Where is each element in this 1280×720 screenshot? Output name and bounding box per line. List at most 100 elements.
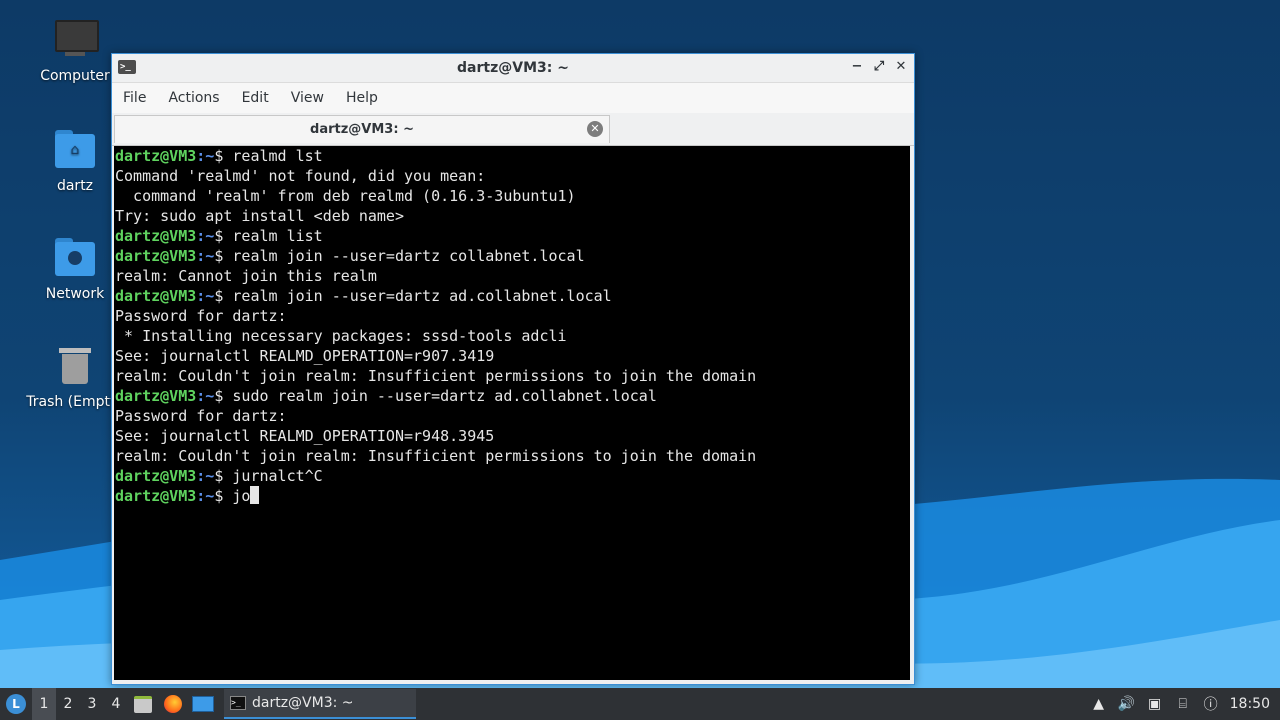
- show-desktop-launcher[interactable]: [188, 688, 218, 720]
- terminal-output-line: realm: Couldn't join realm: Insufficient…: [115, 366, 910, 386]
- terminal-command-line: dartz@VM3:~$ realm list: [115, 226, 910, 246]
- line-text: sudo realm join --user=dartz ad.collabne…: [232, 387, 657, 405]
- menu-help[interactable]: Help: [335, 90, 389, 106]
- prompt-user: dartz@VM3: [115, 227, 197, 245]
- maximize-button[interactable]: ⤢: [872, 58, 886, 76]
- line-text: realm: Cannot join this realm: [115, 267, 377, 285]
- terminal-output-line: Command 'realmd' not found, did you mean…: [115, 166, 910, 186]
- task-label: dartz@VM3: ~: [252, 695, 354, 711]
- tab-terminal[interactable]: dartz@VM3: ~ ✕: [114, 115, 610, 143]
- workspace-2[interactable]: 2: [56, 688, 80, 720]
- tab-bar: dartz@VM3: ~ ✕: [112, 113, 914, 146]
- terminal-output-line: command 'realm' from deb realmd (0.16.3-…: [115, 186, 910, 206]
- line-text: See: journalctl REALMD_OPERATION=r907.34…: [115, 347, 495, 365]
- tab-label: dartz@VM3: ~: [310, 122, 414, 137]
- file-manager-launcher[interactable]: [128, 688, 158, 720]
- terminal-command-line: dartz@VM3:~$ jo: [115, 486, 910, 506]
- line-text: realm: Couldn't join realm: Insufficient…: [115, 367, 757, 385]
- line-text: Command 'realmd' not found, did you mean…: [115, 167, 486, 185]
- terminal-command-line: dartz@VM3:~$ realm join --user=dartz ad.…: [115, 286, 910, 306]
- clock[interactable]: 18:50: [1230, 696, 1270, 712]
- prompt-symbol: $: [214, 387, 233, 405]
- prompt-path: :~: [196, 387, 215, 405]
- menu-file[interactable]: File: [112, 90, 157, 106]
- prompt-symbol: $: [214, 487, 233, 505]
- terminal-output-line: Password for dartz:: [115, 306, 910, 326]
- menu-view[interactable]: View: [280, 90, 335, 106]
- terminal-app-icon: >_: [230, 696, 246, 710]
- menu-edit[interactable]: Edit: [231, 90, 280, 106]
- firefox-launcher[interactable]: [158, 688, 188, 720]
- trash-icon: [53, 344, 97, 388]
- network-icon[interactable]: ⌸: [1174, 695, 1192, 713]
- line-text: realm: Couldn't join realm: Insufficient…: [115, 447, 757, 465]
- monitor-icon: [53, 18, 99, 62]
- prompt-path: :~: [196, 147, 215, 165]
- terminal-output-line: realm: Cannot join this realm: [115, 266, 910, 286]
- workspace-4[interactable]: 4: [104, 688, 128, 720]
- prompt-path: :~: [196, 247, 215, 265]
- line-text: Password for dartz:: [115, 307, 287, 325]
- clipboard-icon[interactable]: ▣: [1146, 695, 1164, 713]
- workspace-3[interactable]: 3: [80, 688, 104, 720]
- window-titlebar[interactable]: >_ dartz@VM3: ~ − ⤢ ✕: [112, 54, 914, 82]
- start-menu-button[interactable]: L: [0, 688, 32, 720]
- terminal-output[interactable]: dartz@VM3:~$ realmd lst Command 'realmd' …: [114, 146, 910, 680]
- terminal-output-line: See: journalctl REALMD_OPERATION=r907.34…: [115, 346, 910, 366]
- system-tray: ▲ 🔊 ▣ ⌸ ⓘ 18:50: [1090, 688, 1280, 720]
- terminal-output-line: Try: sudo apt install <deb name>: [115, 206, 910, 226]
- network-folder-icon: [53, 236, 97, 280]
- terminal-output-line: See: journalctl REALMD_OPERATION=r948.39…: [115, 426, 910, 446]
- notification-icon[interactable]: ⓘ: [1202, 695, 1220, 713]
- workspace-1[interactable]: 1: [32, 688, 56, 720]
- text-cursor: [250, 486, 260, 504]
- line-text: realm list: [232, 227, 323, 245]
- prompt-user: dartz@VM3: [115, 467, 197, 485]
- terminal-output-line: * Installing necessary packages: sssd-to…: [115, 326, 910, 346]
- terminal-command-line: dartz@VM3:~$ jurnalct^C: [115, 466, 910, 486]
- prompt-symbol: $: [214, 227, 233, 245]
- prompt-path: :~: [196, 227, 215, 245]
- terminal-output-line: realm: Couldn't join realm: Insufficient…: [115, 446, 910, 466]
- prompt-user: dartz@VM3: [115, 387, 197, 405]
- line-text: realmd lst: [232, 147, 323, 165]
- taskbar: L 1 2 3 4 >_ dartz@VM3: ~ ▲ 🔊 ▣ ⌸ ⓘ 18:5…: [0, 688, 1280, 720]
- line-text: * Installing necessary packages: sssd-to…: [115, 327, 567, 345]
- line-text: See: journalctl REALMD_OPERATION=r948.39…: [115, 427, 495, 445]
- terminal-window[interactable]: >_ dartz@VM3: ~ − ⤢ ✕ File Actions Edit …: [111, 53, 915, 685]
- tab-close-icon[interactable]: ✕: [587, 121, 603, 137]
- home-folder-icon: ⌂: [53, 128, 97, 172]
- menu-actions[interactable]: Actions: [157, 90, 230, 106]
- prompt-symbol: $: [214, 247, 233, 265]
- line-text: Try: sudo apt install <deb name>: [115, 207, 404, 225]
- prompt-symbol: $: [214, 287, 233, 305]
- prompt-user: dartz@VM3: [115, 247, 197, 265]
- line-text: realm join --user=dartz ad.collabnet.loc…: [232, 287, 612, 305]
- terminal-app-icon: >_: [118, 60, 136, 74]
- prompt-path: :~: [196, 287, 215, 305]
- terminal-output-line: Password for dartz:: [115, 406, 910, 426]
- terminal-command-line: dartz@VM3:~$ realmd lst: [115, 146, 910, 166]
- line-text: Password for dartz:: [115, 407, 287, 425]
- volume-icon[interactable]: 🔊: [1118, 695, 1136, 713]
- close-button[interactable]: ✕: [894, 58, 908, 76]
- terminal-command-line: dartz@VM3:~$ realm join --user=dartz col…: [115, 246, 910, 266]
- show-desktop-icon: [192, 696, 214, 712]
- prompt-user: dartz@VM3: [115, 287, 197, 305]
- prompt-symbol: $: [214, 147, 233, 165]
- tray-expand-icon[interactable]: ▲: [1090, 695, 1108, 713]
- firefox-icon: [164, 695, 182, 713]
- prompt-path: :~: [196, 467, 215, 485]
- terminal-command-line: dartz@VM3:~$ sudo realm join --user=dart…: [115, 386, 910, 406]
- prompt-user: dartz@VM3: [115, 487, 197, 505]
- line-text: command 'realm' from deb realmd (0.16.3-…: [115, 187, 576, 205]
- file-manager-icon: [134, 695, 152, 713]
- lubuntu-logo-icon: L: [6, 694, 26, 714]
- minimize-button[interactable]: −: [850, 58, 864, 76]
- line-text: jurnalct^C: [232, 467, 323, 485]
- line-text: jo: [232, 487, 251, 505]
- line-text: realm join --user=dartz collabnet.local: [232, 247, 585, 265]
- taskbar-task-terminal[interactable]: >_ dartz@VM3: ~: [224, 689, 416, 719]
- prompt-symbol: $: [214, 467, 233, 485]
- window-title: dartz@VM3: ~: [457, 60, 569, 76]
